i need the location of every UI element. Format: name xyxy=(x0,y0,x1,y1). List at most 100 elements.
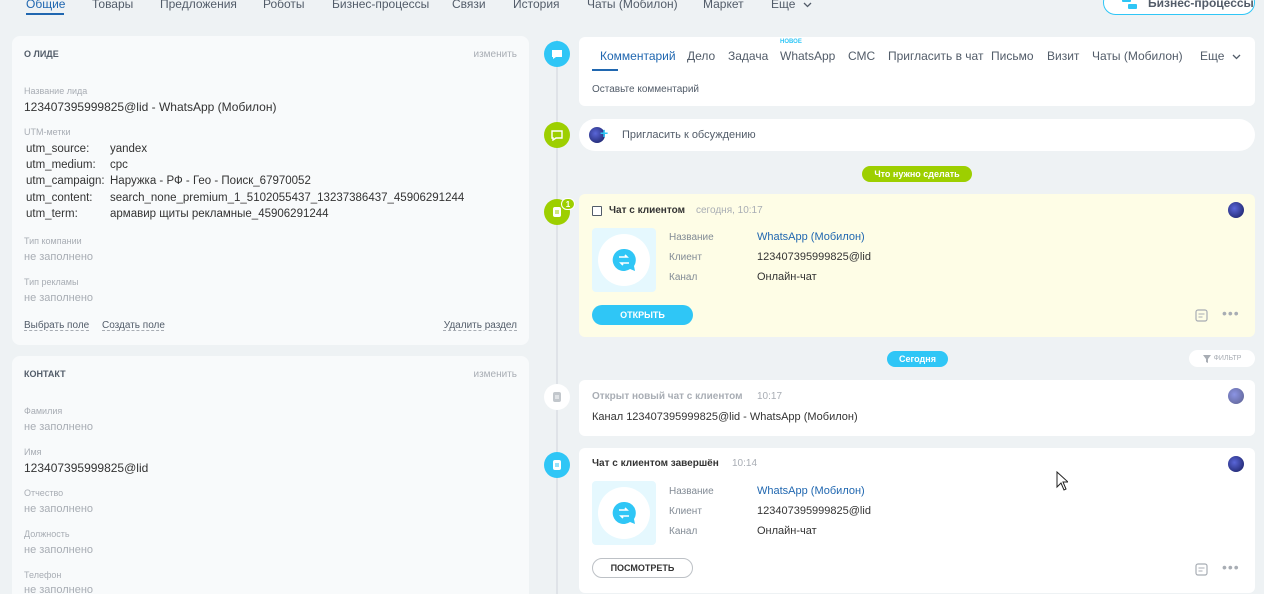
ad-type-value: не заполнено xyxy=(24,292,94,304)
tab-chats-mobilon[interactable]: Чаты (Мобилон) xyxy=(587,0,678,11)
comment-input[interactable]: Оставьте комментарий xyxy=(592,84,699,95)
tab-business-processes[interactable]: Бизнес-процессы xyxy=(332,0,429,11)
editor-tab-sms[interactable]: СМС xyxy=(848,49,875,63)
comment-dot xyxy=(544,41,570,67)
mouse-cursor-icon xyxy=(1056,471,1068,491)
position-value: не заполнено xyxy=(24,544,94,556)
phone-value: не заполнено xyxy=(24,584,94,594)
client-value: 123407395999825@lid xyxy=(757,251,871,263)
editor-tab-task[interactable]: Задача xyxy=(728,49,768,63)
chat-icon xyxy=(553,460,561,470)
contact-card: КОНТАКТ изменить Фамилия не заполнено Им… xyxy=(12,356,529,594)
openlines-icon xyxy=(612,248,636,271)
editor-tab-more[interactable]: Еще xyxy=(1200,49,1241,63)
utm-row: utm_term: армавир щиты рекламные_45906291… xyxy=(26,208,329,220)
opened-chat-time: 10:17 xyxy=(757,391,783,402)
contact-card-title: КОНТАКТ xyxy=(24,369,66,379)
patronymic-label: Отчество xyxy=(24,488,64,498)
view-button[interactable]: ПОСМОТРЕТЬ xyxy=(592,558,693,578)
channel-label: Канал xyxy=(669,272,698,283)
utm-key: utm_source: xyxy=(26,143,90,155)
openlines-icon xyxy=(612,501,636,524)
filter-icon xyxy=(1202,354,1211,363)
utm-key: utm_campaign: xyxy=(26,175,105,187)
chat-icon xyxy=(553,207,561,217)
utm-key: utm_term: xyxy=(26,208,78,220)
filter-button[interactable]: ФИЛЬТР xyxy=(1189,350,1255,367)
tab-more[interactable]: Еще xyxy=(771,0,812,11)
tab-general[interactable]: Общие xyxy=(26,0,65,11)
opened-chat-title: Открыт новый чат с клиентом xyxy=(592,391,743,402)
tab-more-label: Еще xyxy=(771,0,796,11)
select-field-link[interactable]: Выбрать поле xyxy=(24,320,89,331)
chat-finished-title: Чат с клиентом завершён xyxy=(592,458,719,469)
avatar xyxy=(1228,388,1244,404)
company-type-label: Тип компании xyxy=(24,236,82,246)
new-badge: новое xyxy=(780,39,802,45)
tab-products[interactable]: Товары xyxy=(92,0,133,11)
chevron-down-icon xyxy=(803,2,812,8)
tab-robots[interactable]: Роботы xyxy=(263,0,305,11)
lead-card: О ЛИДЕ изменить Название лида 1234073959… xyxy=(12,36,529,345)
note-icon[interactable] xyxy=(1195,309,1208,322)
name-label: Название xyxy=(669,486,714,497)
phone-label: Телефон xyxy=(24,570,62,580)
lead-card-title: О ЛИДЕ xyxy=(24,49,59,59)
note-icon[interactable] xyxy=(1195,563,1208,576)
chevron-down-icon xyxy=(1232,54,1241,60)
contact-card-edit-link[interactable]: изменить xyxy=(473,369,517,380)
surname-label: Фамилия xyxy=(24,406,63,416)
editor-tab-chats-mobilon[interactable]: Чаты (Мобилон) xyxy=(1092,49,1183,63)
utm-row: utm_content: search_none_premium_1_510205… xyxy=(26,192,464,204)
utm-value: Наружка - РФ - Гео - Поиск_67970052 xyxy=(110,175,311,187)
utm-value: cpc xyxy=(110,159,128,171)
editor-tab-visit[interactable]: Визит xyxy=(1047,49,1079,63)
editor-tab-invite-chat[interactable]: Пригласить в чат xyxy=(888,49,983,63)
name-link[interactable]: WhatsApp (Мобилон) xyxy=(757,231,865,243)
tab-links[interactable]: Связи xyxy=(452,0,486,11)
avatar xyxy=(1228,202,1244,218)
more-icon[interactable]: ••• xyxy=(1222,559,1240,575)
opened-chat-card xyxy=(579,380,1255,436)
editor-tab-whatsapp[interactable]: WhatsApp xyxy=(780,49,835,63)
plus-icon[interactable]: + xyxy=(600,125,608,141)
task-checkbox[interactable] xyxy=(592,206,602,216)
position-label: Должность xyxy=(24,529,70,539)
create-field-link[interactable]: Создать поле xyxy=(102,320,165,331)
filter-label: ФИЛЬТР xyxy=(1213,355,1242,362)
open-button[interactable]: ОТКРЫТЬ xyxy=(592,305,693,325)
business-processes-button[interactable]: Бизнес-процессы xyxy=(1103,0,1255,15)
tab-history[interactable]: История xyxy=(513,0,560,11)
utm-row: utm_medium: cpc xyxy=(26,159,128,171)
editor-tab-comment[interactable]: Комментарий xyxy=(600,49,676,63)
editor-card xyxy=(579,37,1255,106)
channel-value: Онлайн-чат xyxy=(757,271,817,283)
name-link[interactable]: WhatsApp (Мобилон) xyxy=(757,485,865,497)
ad-type-label: Тип рекламы xyxy=(24,277,79,287)
first-name-value: 123407395999825@lid xyxy=(24,461,149,475)
counter-badge: 1 xyxy=(561,198,575,210)
today-pill: Сегодня xyxy=(887,351,948,367)
chat-logo-inner xyxy=(598,234,650,286)
more-icon[interactable]: ••• xyxy=(1222,305,1240,321)
utm-row: utm_source: yandex xyxy=(26,143,147,155)
avatar xyxy=(1228,456,1244,472)
utm-value: yandex xyxy=(110,143,148,155)
invite-text: Пригласить к обсуждению xyxy=(622,129,756,141)
chat-logo xyxy=(592,228,656,292)
opened-chat-dot xyxy=(544,384,570,410)
tab-market[interactable]: Маркет xyxy=(703,0,744,11)
opened-chat-channel: Канал 123407395999825@lid - WhatsApp (Мо… xyxy=(592,411,858,423)
editor-tab-email[interactable]: Письмо xyxy=(991,49,1034,63)
lead-card-edit-link[interactable]: изменить xyxy=(473,49,517,60)
lead-name-label: Название лида xyxy=(24,86,88,96)
client-value: 123407395999825@lid xyxy=(757,505,871,517)
invite-dot xyxy=(544,122,570,148)
company-type-value: не заполнено xyxy=(24,251,94,263)
delete-section-link[interactable]: Удалить раздел xyxy=(444,320,517,331)
chat-title: Чат с клиентом xyxy=(609,205,685,216)
name-label: Название xyxy=(669,232,714,243)
tab-offers[interactable]: Предложения xyxy=(160,0,237,11)
utm-value: search_none_premium_1_5102055437_1323738… xyxy=(110,192,465,204)
editor-tab-deal[interactable]: Дело xyxy=(687,49,715,63)
